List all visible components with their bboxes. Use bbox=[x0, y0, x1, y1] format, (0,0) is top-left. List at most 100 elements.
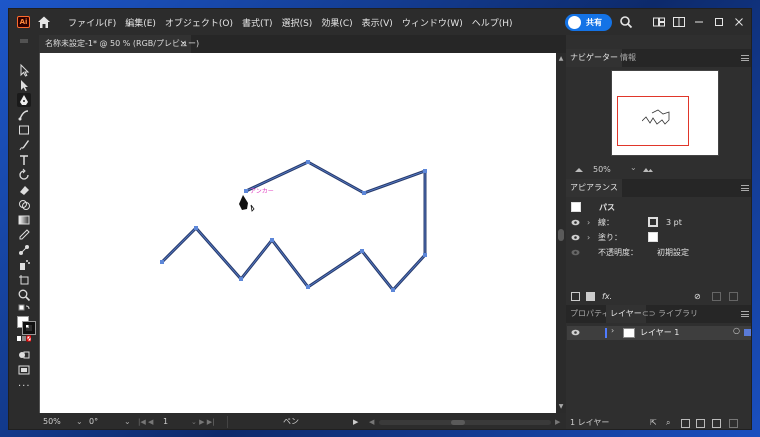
tab-appearance[interactable]: アピアランス bbox=[566, 179, 622, 197]
draw-mode-icon[interactable] bbox=[17, 348, 31, 362]
curvature-tool-icon[interactable] bbox=[17, 108, 31, 122]
eye-icon[interactable] bbox=[571, 234, 580, 241]
layer-selected-indicator[interactable] bbox=[744, 329, 751, 336]
add-fill-icon[interactable] bbox=[586, 292, 595, 301]
direct-selection-tool-icon[interactable] bbox=[17, 78, 31, 92]
tab-libraries[interactable]: ⊂⊃ ライブラリ bbox=[638, 305, 702, 323]
chevron-right-icon[interactable]: › bbox=[587, 215, 590, 230]
scroll-down-icon[interactable]: ▼ bbox=[557, 403, 565, 411]
selection-tool-icon[interactable] bbox=[17, 63, 31, 77]
color-mode-icons[interactable] bbox=[17, 335, 31, 343]
gradient-tool-icon[interactable] bbox=[17, 213, 31, 227]
layer-name[interactable]: レイヤー 1 bbox=[640, 327, 679, 338]
opacity-value[interactable]: 初期設定 bbox=[657, 245, 689, 260]
artwork-path[interactable]: アンカー bbox=[40, 53, 556, 413]
zoom-dropdown-icon[interactable]: ⌄ bbox=[76, 416, 83, 428]
eyedropper-tool-icon[interactable] bbox=[17, 228, 31, 242]
zoom-in-icon[interactable] bbox=[642, 166, 654, 173]
status-menu-icon[interactable]: ▶ bbox=[353, 416, 358, 428]
delete-item-icon[interactable] bbox=[729, 292, 738, 301]
clear-appearance-icon[interactable]: ⊘ bbox=[694, 289, 701, 304]
eye-icon[interactable] bbox=[571, 249, 580, 256]
layer-expand-icon[interactable]: › bbox=[611, 326, 614, 335]
delete-layer-icon[interactable] bbox=[729, 419, 738, 428]
navigator-zoom-dropdown-icon[interactable]: ⌄ bbox=[630, 163, 637, 172]
paintbrush-tool-icon[interactable] bbox=[17, 138, 31, 152]
symbol-sprayer-tool-icon[interactable] bbox=[17, 258, 31, 272]
stroke-swatch[interactable] bbox=[22, 321, 36, 335]
document-close-icon[interactable]: × bbox=[179, 35, 187, 53]
workspace-icon[interactable] bbox=[672, 15, 686, 29]
rotate-tool-icon[interactable] bbox=[17, 168, 31, 182]
menu-help[interactable]: ヘルプ(H) bbox=[472, 16, 513, 29]
new-sublayer-icon[interactable] bbox=[696, 419, 705, 428]
eye-icon[interactable] bbox=[571, 219, 580, 226]
shape-builder-tool-icon[interactable] bbox=[17, 198, 31, 212]
vertical-scrollbar[interactable]: ▲ ▼ bbox=[556, 53, 566, 413]
menu-select[interactable]: 選択(S) bbox=[282, 16, 313, 29]
document-tab[interactable]: 名称未設定-1* @ 50 % (RGB/プレビュー) × bbox=[39, 35, 199, 53]
artboard[interactable]: アンカー bbox=[40, 53, 556, 413]
eraser-tool-icon[interactable] bbox=[17, 183, 31, 197]
stroke-weight-value[interactable]: 3 pt bbox=[666, 215, 682, 230]
swap-fill-stroke-icon[interactable] bbox=[17, 303, 31, 317]
rotation-dropdown-icon[interactable]: ⌄ bbox=[124, 416, 131, 428]
appearance-opacity-row[interactable]: 不透明度： 初期設定 bbox=[566, 245, 751, 260]
zoom-field[interactable]: 50% bbox=[43, 416, 61, 428]
tab-info[interactable]: 情報 bbox=[616, 49, 640, 67]
pen-tool-icon[interactable] bbox=[17, 93, 31, 107]
hscroll-right-icon[interactable]: ▶ bbox=[555, 416, 560, 428]
hscroll-thumb[interactable] bbox=[451, 420, 465, 425]
scroll-thumb[interactable] bbox=[558, 229, 564, 241]
close-icon[interactable] bbox=[732, 15, 746, 29]
hscroll-left-icon[interactable]: ◀ bbox=[369, 416, 374, 428]
artboard-number-field[interactable]: 1 bbox=[163, 416, 168, 428]
blend-tool-icon[interactable] bbox=[17, 243, 31, 257]
artboard-tool-icon[interactable] bbox=[17, 273, 31, 287]
more-tools-icon[interactable]: ··· bbox=[18, 381, 31, 392]
minimize-icon[interactable] bbox=[692, 15, 706, 29]
add-stroke-icon[interactable] bbox=[571, 292, 580, 301]
tab-navigator[interactable]: ナビゲーター bbox=[566, 49, 622, 67]
layer-row[interactable]: › レイヤー 1 ○ bbox=[567, 326, 751, 340]
type-tool-icon[interactable] bbox=[17, 153, 31, 167]
layers-menu-icon[interactable] bbox=[741, 311, 749, 317]
navigator-menu-icon[interactable] bbox=[741, 55, 749, 61]
clipping-mask-icon[interactable] bbox=[681, 419, 690, 428]
home-icon[interactable] bbox=[36, 14, 52, 30]
appearance-menu-icon[interactable] bbox=[741, 185, 749, 191]
locate-object-icon[interactable]: ⌕ bbox=[666, 415, 670, 429]
navigator-zoom-value[interactable]: 50% bbox=[593, 165, 611, 174]
rectangle-tool-icon[interactable] bbox=[17, 123, 31, 137]
zoom-tool-icon[interactable] bbox=[17, 288, 31, 302]
menu-type[interactable]: 書式(T) bbox=[242, 16, 273, 29]
menu-effect[interactable]: 効果(C) bbox=[321, 16, 352, 29]
menu-view[interactable]: 表示(V) bbox=[362, 16, 393, 29]
duplicate-item-icon[interactable] bbox=[712, 292, 721, 301]
menu-edit[interactable]: 編集(E) bbox=[125, 16, 156, 29]
menu-object[interactable]: オブジェクト(O) bbox=[165, 16, 233, 29]
eye-icon[interactable] bbox=[571, 329, 580, 336]
artboard-next-icon[interactable]: ⌄ ▶ ▶| bbox=[191, 416, 214, 428]
appearance-stroke-row[interactable]: › 線： 3 pt bbox=[566, 215, 751, 230]
share-button[interactable]: 共有 bbox=[565, 14, 612, 31]
stroke-color-swatch[interactable] bbox=[648, 217, 658, 227]
screen-mode-icon[interactable] bbox=[17, 363, 31, 377]
artboard-first-icon[interactable]: |◀ ◀ bbox=[138, 416, 153, 428]
fill-color-swatch[interactable] bbox=[648, 232, 658, 242]
rotation-field[interactable]: 0° bbox=[89, 416, 98, 428]
appearance-fill-row[interactable]: › 塗り： bbox=[566, 230, 751, 245]
menu-window[interactable]: ウィンドウ(W) bbox=[402, 16, 463, 29]
canvas-area[interactable]: アンカー bbox=[39, 53, 556, 413]
search-icon[interactable] bbox=[619, 15, 633, 29]
chevron-right-icon[interactable]: › bbox=[587, 230, 590, 245]
arrange-icon[interactable] bbox=[652, 15, 666, 29]
menu-file[interactable]: ファイル(F) bbox=[68, 16, 116, 29]
horizontal-scrollbar[interactable] bbox=[379, 420, 551, 425]
zoom-out-icon[interactable] bbox=[574, 166, 584, 173]
navigator-thumbnail[interactable] bbox=[611, 70, 719, 156]
new-layer-icon[interactable] bbox=[712, 419, 721, 428]
layer-target-icon[interactable]: ○ bbox=[733, 326, 740, 335]
scroll-up-icon[interactable]: ▲ bbox=[557, 55, 565, 63]
maximize-icon[interactable] bbox=[712, 15, 726, 29]
